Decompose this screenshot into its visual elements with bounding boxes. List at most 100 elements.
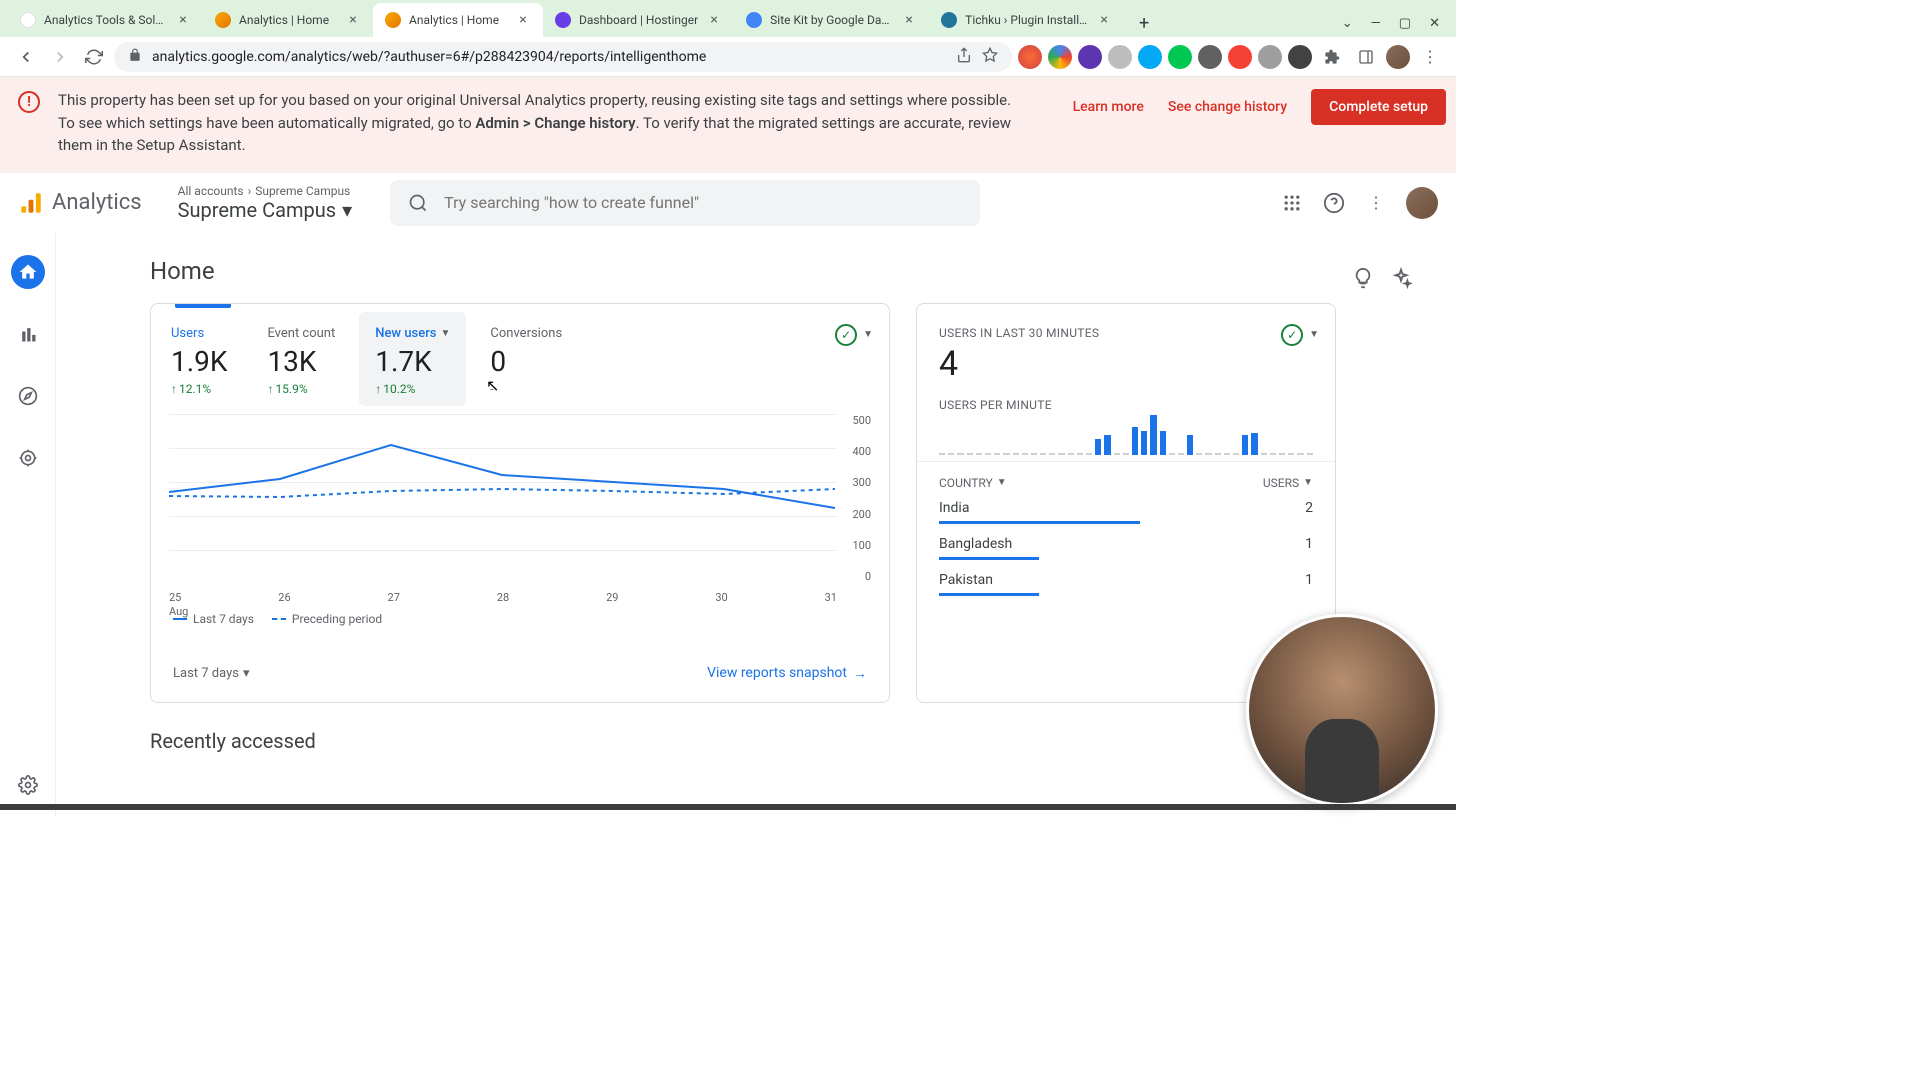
chevron-down-icon: ▼ [1309,329,1319,340]
tab-title: Dashboard | Hostinger [579,13,698,27]
chevron-down-icon: ▾ [342,198,352,222]
check-icon: ✓ [835,324,857,346]
complete-setup-button[interactable]: Complete setup [1311,89,1446,125]
search-icon [408,193,428,213]
bookmark-icon[interactable] [982,47,998,67]
country-column-header[interactable]: COUNTRY▼ [939,476,1007,490]
favicon [941,12,957,28]
nav-explore[interactable] [11,379,45,413]
tab[interactable]: Analytics Tools & Solutions× [8,3,203,37]
tab-active[interactable]: Analytics | Home × [373,3,543,37]
extension-icon[interactable] [1198,45,1222,69]
chart-legend: Last 7 days Preceding period [151,604,889,634]
nav-admin[interactable] [11,768,45,802]
apps-icon[interactable] [1280,191,1304,215]
realtime-value: 4 [917,344,1335,384]
realtime-subtitle: USERS PER MINUTE [917,384,1335,416]
nav-advertising[interactable] [11,441,45,475]
overview-card: Users 1.9K ↑12.1% Event count 13K ↑15.9%… [150,303,890,703]
property-selector[interactable]: All accounts›Supreme Campus Supreme Camp… [178,184,353,222]
insights-icon[interactable] [1352,267,1374,293]
tab-title: Analytics | Home [409,13,507,27]
favicon [555,12,571,28]
chevron-down-icon: ▼ [441,328,451,339]
view-reports-link[interactable]: View reports snapshot→ [707,665,867,682]
alert-icon: ! [18,91,40,113]
country-row[interactable]: Bangladesh1 [917,530,1335,554]
kebab-menu[interactable]: ⋮ [1364,191,1388,215]
metric-conversions[interactable]: Conversions 0 - [470,304,582,414]
date-range-selector[interactable]: Last 7 days▾ [173,666,250,681]
extensions-button[interactable] [1318,43,1346,71]
maximize-icon[interactable]: ▢ [1399,16,1411,31]
country-row[interactable]: India2 [917,494,1335,518]
nav-reports[interactable] [11,317,45,351]
forward-button[interactable] [46,43,74,71]
country-row[interactable]: Pakistan1 [917,566,1335,590]
users-column-header[interactable]: USERS▼ [1263,476,1313,490]
tab-title: Tichku › Plugin Installation [965,13,1088,27]
page-title: Home [150,257,215,285]
close-icon[interactable]: × [706,12,722,28]
reload-button[interactable] [80,43,108,71]
chevron-down-icon: ▼ [863,329,873,340]
banner-text: This property has been set up for you ba… [58,89,1018,157]
side-panel-button[interactable] [1352,43,1380,71]
extension-icon[interactable] [1078,45,1102,69]
sparkle-icon[interactable] [1390,267,1412,293]
chrome-menu[interactable]: ⋮ [1416,43,1444,71]
realtime-title: USERS IN LAST 30 MINUTES [917,304,1335,344]
chevron-down-icon[interactable]: ⌄ [1342,16,1353,31]
analytics-logo[interactable]: Analytics [18,190,142,216]
side-nav [0,233,56,816]
close-icon[interactable]: × [1096,12,1112,28]
back-button[interactable] [12,43,40,71]
card-status[interactable]: ✓ ▼ [1281,324,1319,346]
address-bar[interactable]: analytics.google.com/analytics/web/?auth… [114,42,1012,72]
lock-icon [128,48,142,66]
metric-new-users[interactable]: New users▼ 1.7K ↑10.2% [359,312,466,406]
favicon [215,12,231,28]
tab-title: Analytics | Home [239,13,337,27]
search-box[interactable] [390,180,980,226]
browser-tabstrip: Analytics Tools & Solutions× Analytics |… [0,0,1456,37]
learn-more-link[interactable]: Learn more [1073,99,1144,115]
new-tab-button[interactable]: + [1130,9,1158,37]
tab[interactable]: Site Kit by Google Dashbo× [734,3,929,37]
users-per-minute-chart [917,416,1335,462]
share-icon[interactable] [956,47,972,67]
extension-icon[interactable] [1228,45,1252,69]
search-input[interactable] [444,193,962,212]
extension-icon[interactable] [1018,45,1042,69]
metric-event-count[interactable]: Event count 13K ↑15.9% [247,304,355,414]
profile-avatar[interactable] [1386,45,1410,69]
extension-icon[interactable] [1108,45,1132,69]
user-avatar[interactable] [1406,187,1438,219]
extension-icon[interactable] [1138,45,1162,69]
extension-icon[interactable] [1168,45,1192,69]
tab[interactable]: Tichku › Plugin Installation × [929,3,1124,37]
extension-icon[interactable] [1048,45,1072,69]
favicon [385,12,401,28]
close-icon[interactable]: × [901,12,917,28]
close-window-icon[interactable]: ✕ [1429,16,1440,31]
minimize-icon[interactable]: — [1371,16,1381,31]
close-icon[interactable]: × [175,12,191,28]
close-icon[interactable]: × [515,12,531,28]
help-icon[interactable] [1322,191,1346,215]
nav-home[interactable] [11,255,45,289]
favicon [746,12,762,28]
migration-banner: ! This property has been set up for you … [0,77,1456,173]
tab[interactable]: Analytics | Home × [203,3,373,37]
extension-icon[interactable] [1288,45,1312,69]
brand-text: Analytics [52,190,142,215]
change-history-link[interactable]: See change history [1168,99,1287,115]
analytics-header: Analytics All accounts›Supreme Campus Su… [0,173,1456,233]
extension-icon[interactable] [1258,45,1282,69]
taskbar [0,804,1456,810]
recently-accessed-heading: Recently accessed [150,729,1436,753]
close-icon[interactable]: × [345,12,361,28]
metric-users[interactable]: Users 1.9K ↑12.1% [151,304,247,414]
card-status[interactable]: ✓ ▼ [835,324,873,346]
tab[interactable]: Dashboard | Hostinger × [543,3,734,37]
